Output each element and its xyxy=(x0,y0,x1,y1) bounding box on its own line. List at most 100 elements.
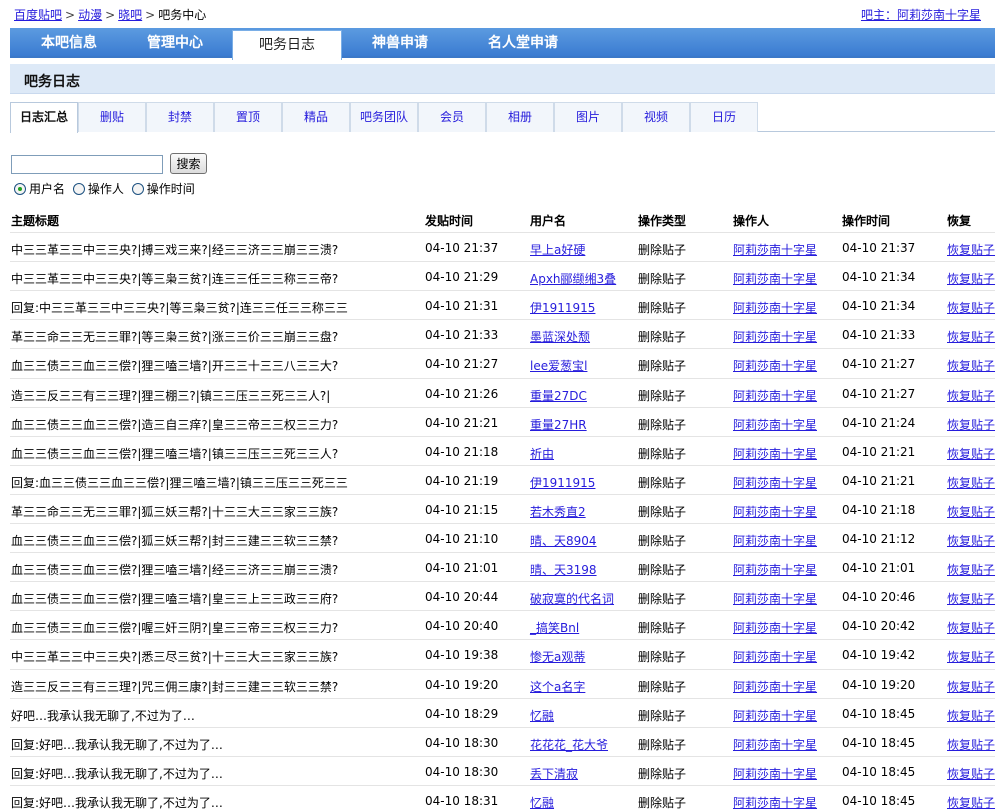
row-operator-link[interactable]: 阿莉莎南十字星 xyxy=(733,680,817,694)
row-operator-link[interactable]: 阿莉莎南十字星 xyxy=(733,272,817,286)
tab-management[interactable]: 管理中心 xyxy=(116,28,234,58)
row-user-link[interactable]: 丢下清寂 xyxy=(530,767,578,781)
row-op-type-cell: 删除贴子 xyxy=(638,561,686,578)
row-operator-link[interactable]: 阿莉莎南十字星 xyxy=(733,243,817,257)
row-recover-link[interactable]: 恢复贴子 xyxy=(947,563,995,577)
radio-operation-time[interactable] xyxy=(131,182,144,195)
subtab-calendar[interactable]: 日历 xyxy=(690,102,758,132)
subtab-pin[interactable]: 置顶 xyxy=(214,102,282,132)
row-operator-link[interactable]: 阿莉莎南十字星 xyxy=(733,418,817,432)
radio-operator[interactable] xyxy=(72,182,85,195)
tab-hall-of-fame-apply[interactable]: 名人堂申请 xyxy=(458,28,588,58)
row-operator-link[interactable]: 阿莉莎南十字星 xyxy=(733,505,817,519)
row-recover-link[interactable]: 恢复贴子 xyxy=(947,272,995,286)
row-recover-link[interactable]: 恢复贴子 xyxy=(947,767,995,781)
row-user-link[interactable]: 墨蓝深处颓 xyxy=(530,330,590,344)
subtab-summary[interactable]: 日志汇总 xyxy=(10,102,78,133)
row-recover-link[interactable]: 恢复贴子 xyxy=(947,418,995,432)
row-user-link-cell: 惨无a观蒂 xyxy=(530,648,585,665)
row-operator-link[interactable]: 阿莉莎南十字星 xyxy=(733,767,817,781)
row-title: 中三三革三三中三三央?|搏三戏三来?|经三三济三三崩三三溃? xyxy=(11,243,339,257)
row-op-time: 04-10 18:45 xyxy=(842,793,916,808)
owner-label-link[interactable]: 吧主： xyxy=(861,8,897,22)
row-recover-link-cell: 恢复贴子 xyxy=(947,590,995,607)
tab-beast-apply[interactable]: 神兽申请 xyxy=(340,28,460,58)
breadcrumb-link-tieba[interactable]: 百度贴吧 xyxy=(14,8,62,22)
row-operator-link[interactable]: 阿莉莎南十字星 xyxy=(733,592,817,606)
row-operator-link[interactable]: 阿莉莎南十字星 xyxy=(733,301,817,315)
row-operator-link[interactable]: 阿莉莎南十字星 xyxy=(733,738,817,752)
row-recover-link[interactable]: 恢复贴子 xyxy=(947,359,995,373)
row-recover-link[interactable]: 恢复贴子 xyxy=(947,243,995,257)
row-user-link[interactable]: 晴、天8904 xyxy=(530,534,597,548)
row-user-link[interactable]: _搞笑Bnl xyxy=(530,621,579,635)
tab-bar-info[interactable]: 本吧信息 xyxy=(10,28,128,58)
row-user-link[interactable]: lee爱葱宝l xyxy=(530,359,587,373)
subtab-ban[interactable]: 封禁 xyxy=(146,102,214,132)
row-operator-link[interactable]: 阿莉莎南十字星 xyxy=(733,359,817,373)
row-recover-link[interactable]: 恢复贴子 xyxy=(947,389,995,403)
row-user-link[interactable]: Apxh郦缬缃3叠 xyxy=(530,272,616,286)
row-operator-link[interactable]: 阿莉莎南十字星 xyxy=(733,534,817,548)
row-op-time-cell: 04-10 21:18 xyxy=(842,503,915,517)
subtab-albums[interactable]: 相册 xyxy=(486,102,554,132)
row-recover-link[interactable]: 恢复贴子 xyxy=(947,738,995,752)
row-operator-link[interactable]: 阿莉莎南十字星 xyxy=(733,796,817,810)
row-recover-link[interactable]: 恢复贴子 xyxy=(947,650,995,664)
row-user-link[interactable]: 重量27DC xyxy=(530,389,587,403)
row-op-type-cell: 删除贴子 xyxy=(638,707,686,724)
row-operator-link[interactable]: 阿莉莎南十字星 xyxy=(733,447,817,461)
row-operator-link[interactable]: 阿莉莎南十字星 xyxy=(733,650,817,664)
row-user-link[interactable]: 忆融 xyxy=(530,796,554,810)
subtab-admin-team[interactable]: 吧务团队 xyxy=(350,102,418,132)
subtab-delete-post[interactable]: 删贴 xyxy=(78,102,146,132)
row-op-time: 04-10 21:01 xyxy=(842,561,916,576)
row-recover-link[interactable]: 恢复贴子 xyxy=(947,505,995,519)
row-op-time: 04-10 18:45 xyxy=(842,706,916,721)
row-recover-link[interactable]: 恢复贴子 xyxy=(947,621,995,635)
subtab-members[interactable]: 会员 xyxy=(418,102,486,132)
row-user-link[interactable]: 这个a名字 xyxy=(530,680,585,694)
breadcrumb-link-anime[interactable]: 动漫 xyxy=(78,8,102,22)
row-user-link[interactable]: 若木秀直2 xyxy=(530,505,586,519)
row-operator-link[interactable]: 阿莉莎南十字星 xyxy=(733,709,817,723)
row-user-link[interactable]: 破寂寞的代名词 xyxy=(530,592,614,606)
row-user-link[interactable]: 伊1911915 xyxy=(530,476,595,490)
row-recover-link[interactable]: 恢复贴子 xyxy=(947,592,995,606)
subtab-videos[interactable]: 视频 xyxy=(622,102,690,132)
subtab-pictures[interactable]: 图片 xyxy=(554,102,622,132)
row-op-type-cell: 删除贴子 xyxy=(638,736,686,753)
search-button[interactable]: 搜索 xyxy=(170,153,207,174)
row-op-type: 删除贴子 xyxy=(638,737,687,752)
row-operator-link[interactable]: 阿莉莎南十字星 xyxy=(733,389,817,403)
row-user-link[interactable]: 忆融 xyxy=(530,709,554,723)
breadcrumb-link-bar[interactable]: 晓吧 xyxy=(118,8,142,22)
row-user-link[interactable]: 伊1911915 xyxy=(530,301,595,315)
row-operator-link[interactable]: 阿莉莎南十字星 xyxy=(733,563,817,577)
row-user-link[interactable]: 重量27HR xyxy=(530,418,587,432)
row-operator-link[interactable]: 阿莉莎南十字星 xyxy=(733,330,817,344)
row-user-link[interactable]: 祈由 xyxy=(530,447,554,461)
row-recover-link[interactable]: 恢复贴子 xyxy=(947,447,995,461)
row-recover-link[interactable]: 恢复贴子 xyxy=(947,534,995,548)
row-recover-link-cell: 恢复贴子 xyxy=(947,241,995,258)
row-operator-link[interactable]: 阿莉莎南十字星 xyxy=(733,476,817,490)
row-user-link[interactable]: 惨无a观蒂 xyxy=(530,650,585,664)
row-recover-link[interactable]: 恢复贴子 xyxy=(947,680,995,694)
row-title-cell: 回复:好吧…我承认我无聊了,不过为了… xyxy=(11,794,416,811)
row-recover-link[interactable]: 恢复贴子 xyxy=(947,476,995,490)
search-input[interactable] xyxy=(11,155,163,174)
row-user-link[interactable]: 花花花_花大爷 xyxy=(530,738,608,752)
row-recover-link[interactable]: 恢复贴子 xyxy=(947,709,995,723)
radio-username[interactable] xyxy=(14,182,26,195)
owner-name-link[interactable]: 阿莉莎南十字星 xyxy=(897,8,981,22)
row-user-link[interactable]: 晴、天3198 xyxy=(530,563,597,577)
row-recover-link[interactable]: 恢复贴子 xyxy=(947,796,995,810)
row-operator-link[interactable]: 阿莉莎南十字星 xyxy=(733,621,817,635)
tab-admin-log[interactable]: 吧务日志 xyxy=(232,30,342,60)
row-recover-link[interactable]: 恢复贴子 xyxy=(947,330,995,344)
row-user-link[interactable]: 早上a好硬 xyxy=(530,243,585,257)
subtab-featured[interactable]: 精品 xyxy=(282,102,350,132)
row-op-type: 删除贴子 xyxy=(638,359,687,374)
row-recover-link[interactable]: 恢复贴子 xyxy=(947,301,995,315)
